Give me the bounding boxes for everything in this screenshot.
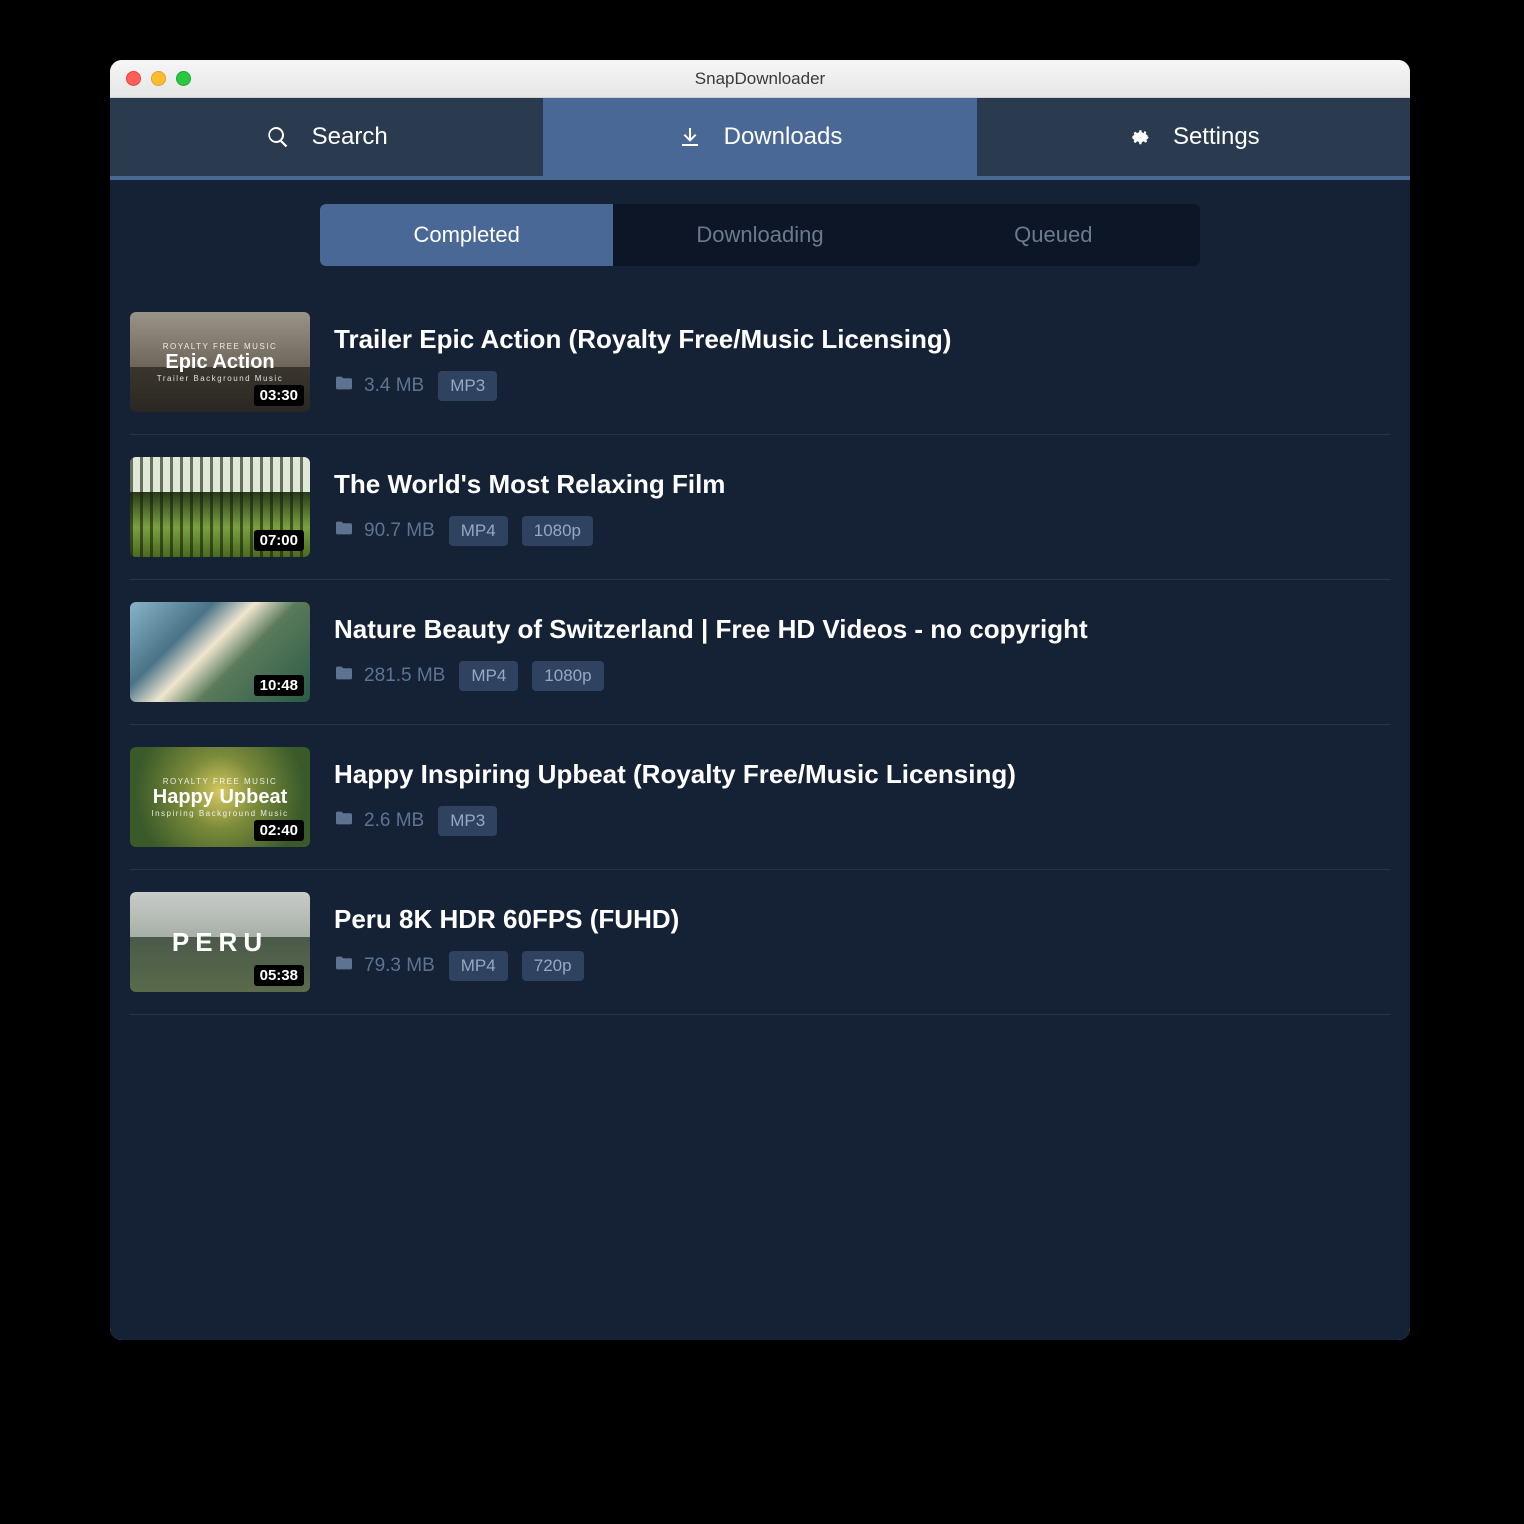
thumb-text-sub: Trailer Background Music <box>157 374 283 383</box>
download-row[interactable]: ROYALTY FREE MUSICHappy UpbeatInspiring … <box>130 725 1390 870</box>
download-infoline: 3.4 MB MP3 <box>334 371 1390 401</box>
duration-label: 10:48 <box>254 675 304 696</box>
file-size: 90.7 MB <box>334 520 435 542</box>
download-infoline: 90.7 MB MP4 1080p <box>334 516 1390 546</box>
tab-downloads[interactable]: Downloads <box>543 98 976 176</box>
folder-icon <box>334 375 354 397</box>
thumbnail[interactable]: ROYALTY FREE MUSICEpic ActionTrailer Bac… <box>130 312 310 412</box>
thumb-text-small: ROYALTY FREE MUSIC <box>163 777 278 786</box>
download-infoline: 79.3 MB MP4 720p <box>334 951 1390 981</box>
tab-downloads-label: Downloads <box>724 123 843 151</box>
quality-badge: 1080p <box>532 661 603 691</box>
content-area: Completed Downloading Queued ROYALTY FRE… <box>110 180 1410 1340</box>
file-size: 2.6 MB <box>334 810 424 832</box>
download-title: The World's Most Relaxing Film <box>334 469 1390 500</box>
format-badge: MP4 <box>459 661 518 691</box>
format-badge: MP4 <box>449 951 508 981</box>
subtab-completed[interactable]: Completed <box>320 204 613 266</box>
file-size: 3.4 MB <box>334 375 424 397</box>
download-meta: Nature Beauty of Switzerland | Free HD V… <box>334 602 1390 702</box>
duration-label: 07:00 <box>254 530 304 551</box>
download-infoline: 281.5 MB MP4 1080p <box>334 661 1390 691</box>
thumbnail[interactable]: 10:48 <box>130 602 310 702</box>
download-title: Trailer Epic Action (Royalty Free/Music … <box>334 324 1390 355</box>
thumb-text-small: ROYALTY FREE MUSIC <box>163 342 278 351</box>
download-row[interactable]: 07:00 The World's Most Relaxing Film 90.7 … <box>130 435 1390 580</box>
download-icon <box>678 125 702 149</box>
subtab-downloading[interactable]: Downloading <box>613 204 906 266</box>
tab-settings[interactable]: Settings <box>977 98 1410 176</box>
download-row[interactable]: 10:48 Nature Beauty of Switzerland | Free… <box>130 580 1390 725</box>
tab-search[interactable]: Search <box>110 98 543 176</box>
download-row[interactable]: ROYALTY FREE MUSICEpic ActionTrailer Bac… <box>130 290 1390 435</box>
duration-label: 05:38 <box>254 965 304 986</box>
format-badge: MP3 <box>438 371 497 401</box>
thumb-text-big: Happy Upbeat <box>153 786 287 809</box>
gear-icon <box>1127 125 1151 149</box>
folder-icon <box>334 955 354 977</box>
download-title: Peru 8K HDR 60FPS (FUHD) <box>334 904 1390 935</box>
folder-icon <box>334 520 354 542</box>
download-title: Nature Beauty of Switzerland | Free HD V… <box>334 614 1390 645</box>
download-meta: Peru 8K HDR 60FPS (FUHD) 79.3 MB MP4 720p <box>334 892 1390 992</box>
thumb-text-big: PERU <box>172 927 268 958</box>
duration-label: 02:40 <box>254 820 304 841</box>
thumbnail[interactable]: ROYALTY FREE MUSICHappy UpbeatInspiring … <box>130 747 310 847</box>
download-subtabs: Completed Downloading Queued <box>320 204 1200 266</box>
file-size: 281.5 MB <box>334 665 445 687</box>
thumbnail[interactable]: PERU 05:38 <box>130 892 310 992</box>
thumb-text-big: Epic Action <box>165 351 274 374</box>
thumbnail[interactable]: 07:00 <box>130 457 310 557</box>
main-tabs: Search Downloads Settings <box>110 98 1410 176</box>
titlebar: SnapDownloader <box>110 60 1410 98</box>
file-size: 79.3 MB <box>334 955 435 977</box>
download-row[interactable]: PERU 05:38 Peru 8K HDR 60FPS (FUHD) 79.3 MB… <box>130 870 1390 1015</box>
download-meta: Happy Inspiring Upbeat (Royalty Free/Mus… <box>334 747 1390 847</box>
folder-icon <box>334 810 354 832</box>
tab-settings-label: Settings <box>1173 123 1260 151</box>
quality-badge: 1080p <box>522 516 593 546</box>
tab-search-label: Search <box>312 123 388 151</box>
thumb-text-sub: Inspiring Background Music <box>151 809 288 818</box>
duration-label: 03:30 <box>254 385 304 406</box>
download-meta: The World's Most Relaxing Film 90.7 MB MP4… <box>334 457 1390 557</box>
format-badge: MP4 <box>449 516 508 546</box>
folder-icon <box>334 665 354 687</box>
quality-badge: 720p <box>522 951 584 981</box>
download-list: ROYALTY FREE MUSICEpic ActionTrailer Bac… <box>110 290 1410 1015</box>
download-meta: Trailer Epic Action (Royalty Free/Music … <box>334 312 1390 412</box>
search-icon <box>266 125 290 149</box>
download-title: Happy Inspiring Upbeat (Royalty Free/Mus… <box>334 759 1390 790</box>
app-window: SnapDownloader Search Downloads Settings… <box>110 60 1410 1340</box>
window-title: SnapDownloader <box>110 69 1410 89</box>
subtab-queued[interactable]: Queued <box>907 204 1200 266</box>
format-badge: MP3 <box>438 806 497 836</box>
download-infoline: 2.6 MB MP3 <box>334 806 1390 836</box>
